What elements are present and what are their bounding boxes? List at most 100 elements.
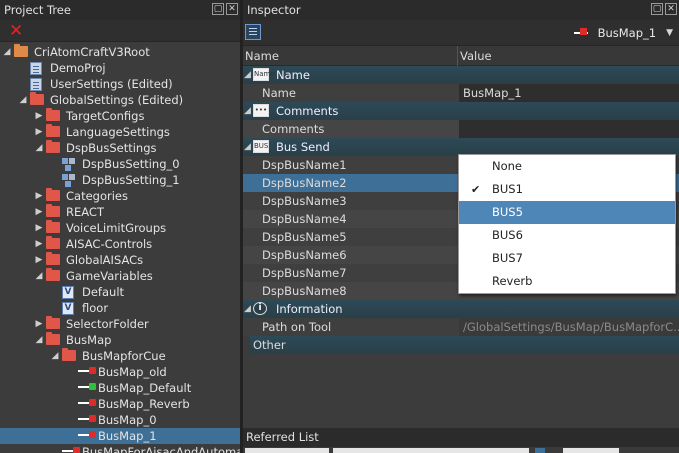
tree-item-label: GlobalSettings (Edited) [50,93,184,107]
collapse-arrow-icon[interactable]: ◢ [244,66,251,84]
tree-item[interactable]: BusMap_Reverb [0,396,240,412]
property-label: Path on Tool [262,320,332,334]
property-row-path[interactable]: Path on Tool /GlobalSettings/BusMap/BusM… [243,318,679,336]
property-label: DspBusName3 [262,194,347,208]
tree-item-label: UserSettings (Edited) [50,77,173,91]
tree-item[interactable]: BusMap_old [0,364,240,380]
tree-item[interactable]: DspBusSetting_1 [0,172,240,188]
tree-item[interactable]: BusMap_Default [0,380,240,396]
tree-item[interactable]: Vfloor [0,300,240,316]
property-list-icon[interactable] [245,24,261,40]
expand-arrow-icon[interactable]: ▶ [34,188,44,204]
tree-item[interactable]: ▶ TargetConfigs [0,108,240,124]
bus-select-dropdown[interactable]: None ✔ BUS1 BUS5 BUS6 BUS7 Reverb [458,154,676,294]
dropdown-option[interactable]: Reverb [459,270,675,293]
tree-item[interactable]: ◢ CriAtomCraftV3Root [0,44,240,60]
tree-item[interactable]: DspBusSetting_0 [0,156,240,172]
tree-item[interactable]: ◢ DspBusSettings [0,140,240,156]
column-value-header[interactable]: Value [460,46,492,66]
busmap-icon [573,26,592,40]
expand-arrow-icon[interactable]: ▶ [34,220,44,236]
name-value-field[interactable]: BusMap_1 [459,84,679,102]
delete-x-icon[interactable]: ✕ [9,20,23,42]
expand-arrow-icon[interactable]: ▶ [34,316,44,332]
category-information[interactable]: ◢ i Information [243,300,679,318]
category-name[interactable]: ◢ Name Name [243,66,679,84]
busmap-icon [78,430,96,440]
tree-item[interactable]: UserSettings (Edited) [0,76,240,92]
tree-item[interactable]: ◢ BusMap [0,332,240,348]
tree-item[interactable]: ◢ GlobalSettings (Edited) [0,92,240,108]
inspector-title-bar: Inspector ▢ ✕ [243,0,679,20]
tree-item[interactable]: ◢ GameVariables [0,268,240,284]
collapse-arrow-icon[interactable]: ◢ [244,138,251,156]
tree-item[interactable]: BusMap_1 [0,428,240,444]
comment-bubble-icon: ••• [253,104,269,117]
referred-option-field[interactable] [563,448,619,453]
dropdown-option[interactable]: None [459,155,675,178]
dropdown-option[interactable]: BUS6 [459,224,675,247]
column-divider[interactable] [457,46,458,66]
dropdown-option[interactable]: BUS7 [459,247,675,270]
object-selector[interactable]: BusMap_1 ▼ [573,24,673,42]
chevron-down-icon[interactable]: ▼ [666,28,673,38]
float-panel-icon[interactable]: ▢ [651,3,663,15]
close-panel-icon[interactable]: ✕ [665,3,677,15]
property-row-comments[interactable]: Comments [243,120,679,138]
collapse-arrow-icon[interactable]: ◢ [34,268,44,284]
collapse-arrow-icon[interactable]: ◢ [18,92,28,108]
close-panel-icon[interactable]: ✕ [226,3,238,15]
expand-arrow-icon[interactable]: ▶ [34,252,44,268]
category-comments[interactable]: ◢ ••• Comments [243,102,679,120]
project-doc-icon [30,62,42,75]
dropdown-option[interactable]: ✔ BUS1 [459,178,675,201]
float-panel-icon[interactable]: ▢ [212,3,224,15]
folder-icon [30,92,44,105]
expand-arrow-icon[interactable]: ▶ [34,204,44,220]
referred-search-button[interactable] [535,448,545,453]
collapse-arrow-icon[interactable]: ◢ [244,300,251,318]
referred-filter-field[interactable] [245,448,329,453]
tree-item[interactable]: BusMap_0 [0,412,240,428]
tree-item[interactable]: ◢ BusMapforCue [0,348,240,364]
expand-arrow-icon[interactable]: ▶ [34,124,44,140]
collapse-arrow-icon[interactable]: ◢ [244,102,251,120]
tree-item[interactable]: V Default [0,284,240,300]
tree-item-label: floor [82,301,109,315]
comments-value-field[interactable] [459,120,679,138]
expand-arrow-icon[interactable]: ▶ [34,108,44,124]
tree-item[interactable]: ▶ SelectorFolder [0,316,240,332]
object-selector-label: BusMap_1 [597,26,657,40]
tree-item-label: SelectorFolder [66,317,149,331]
tree-item[interactable]: ▶ VoiceLimitGroups [0,220,240,236]
tree-item[interactable]: ▶ GlobalAISACs [0,252,240,268]
inspector-title: Inspector [247,3,301,17]
dropdown-option[interactable]: BUS5 [459,201,675,224]
collapse-arrow-icon[interactable]: ◢ [34,140,44,156]
tree-item[interactable]: ▶ REACT [0,204,240,220]
tree-item[interactable]: BusMapForAisacAndAutomation [0,444,240,453]
tree-item-label: LanguageSettings [66,125,170,139]
column-name-header[interactable]: Name [245,46,279,66]
folder-icon [62,348,76,361]
tree-item-label: BusMap_Default [98,381,192,395]
project-tree-panel: Project Tree ▢ ✕ ✕ ◢ CriAtomCraftV3Root De… [0,0,240,453]
folder-icon [46,188,60,201]
tree-item[interactable]: DemoProj [0,60,240,76]
folder-icon [46,140,60,153]
property-row-name[interactable]: Name BusMap_1 [243,84,679,102]
category-other[interactable]: Other [250,336,679,354]
tree-item-label: REACT [66,205,104,219]
referred-search-field[interactable] [333,448,529,453]
collapse-arrow-icon[interactable]: ◢ [50,348,60,364]
expand-arrow-icon[interactable]: ▶ [34,236,44,252]
collapse-arrow-icon[interactable]: ◢ [2,44,12,60]
property-label: Comments [262,122,325,136]
tree-item[interactable]: ▶ Categories [0,188,240,204]
tree-view[interactable]: ◢ CriAtomCraftV3Root DemoProj UserSettings … [0,44,240,453]
collapse-arrow-icon[interactable]: ◢ [34,332,44,348]
folder-icon [46,220,60,233]
tree-item[interactable]: ▶ LanguageSettings [0,124,240,140]
tree-item[interactable]: ▶ AISAC-Controls [0,236,240,252]
referred-list-title: Referred List [246,430,319,444]
